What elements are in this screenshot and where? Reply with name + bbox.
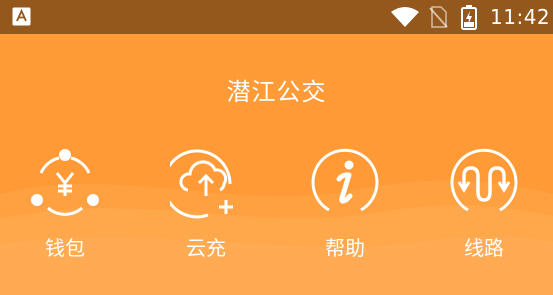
wifi-icon xyxy=(391,7,419,27)
menu-item-routes[interactable]: 线路 xyxy=(434,140,534,270)
route-icon xyxy=(450,148,518,212)
info-icon xyxy=(311,148,379,212)
page-title: 潜江公交 xyxy=(226,78,327,106)
app-notification-icon xyxy=(12,7,31,26)
menu-item-label: 帮助 xyxy=(325,236,365,260)
status-bar: 11:42 xyxy=(0,0,553,34)
cloud-upload-plus-icon xyxy=(170,149,233,219)
no-sim-icon xyxy=(429,6,448,28)
battery-charging-icon xyxy=(461,5,477,30)
menu-item-label: 云充 xyxy=(186,236,226,260)
menu-item-help[interactable]: 帮助 xyxy=(295,140,395,270)
menu-item-label: 钱包 xyxy=(45,236,85,260)
menu-item-label: 线路 xyxy=(464,236,504,260)
menu-item-cloud-recharge[interactable]: 云充 xyxy=(156,140,256,270)
wallet-yen-icon xyxy=(31,149,99,216)
status-time: 11:42 xyxy=(490,5,551,29)
main-panel: 潜江公交 钱包 云充 帮助 线路 xyxy=(0,34,553,295)
menu-item-wallet[interactable]: 钱包 xyxy=(15,140,115,270)
